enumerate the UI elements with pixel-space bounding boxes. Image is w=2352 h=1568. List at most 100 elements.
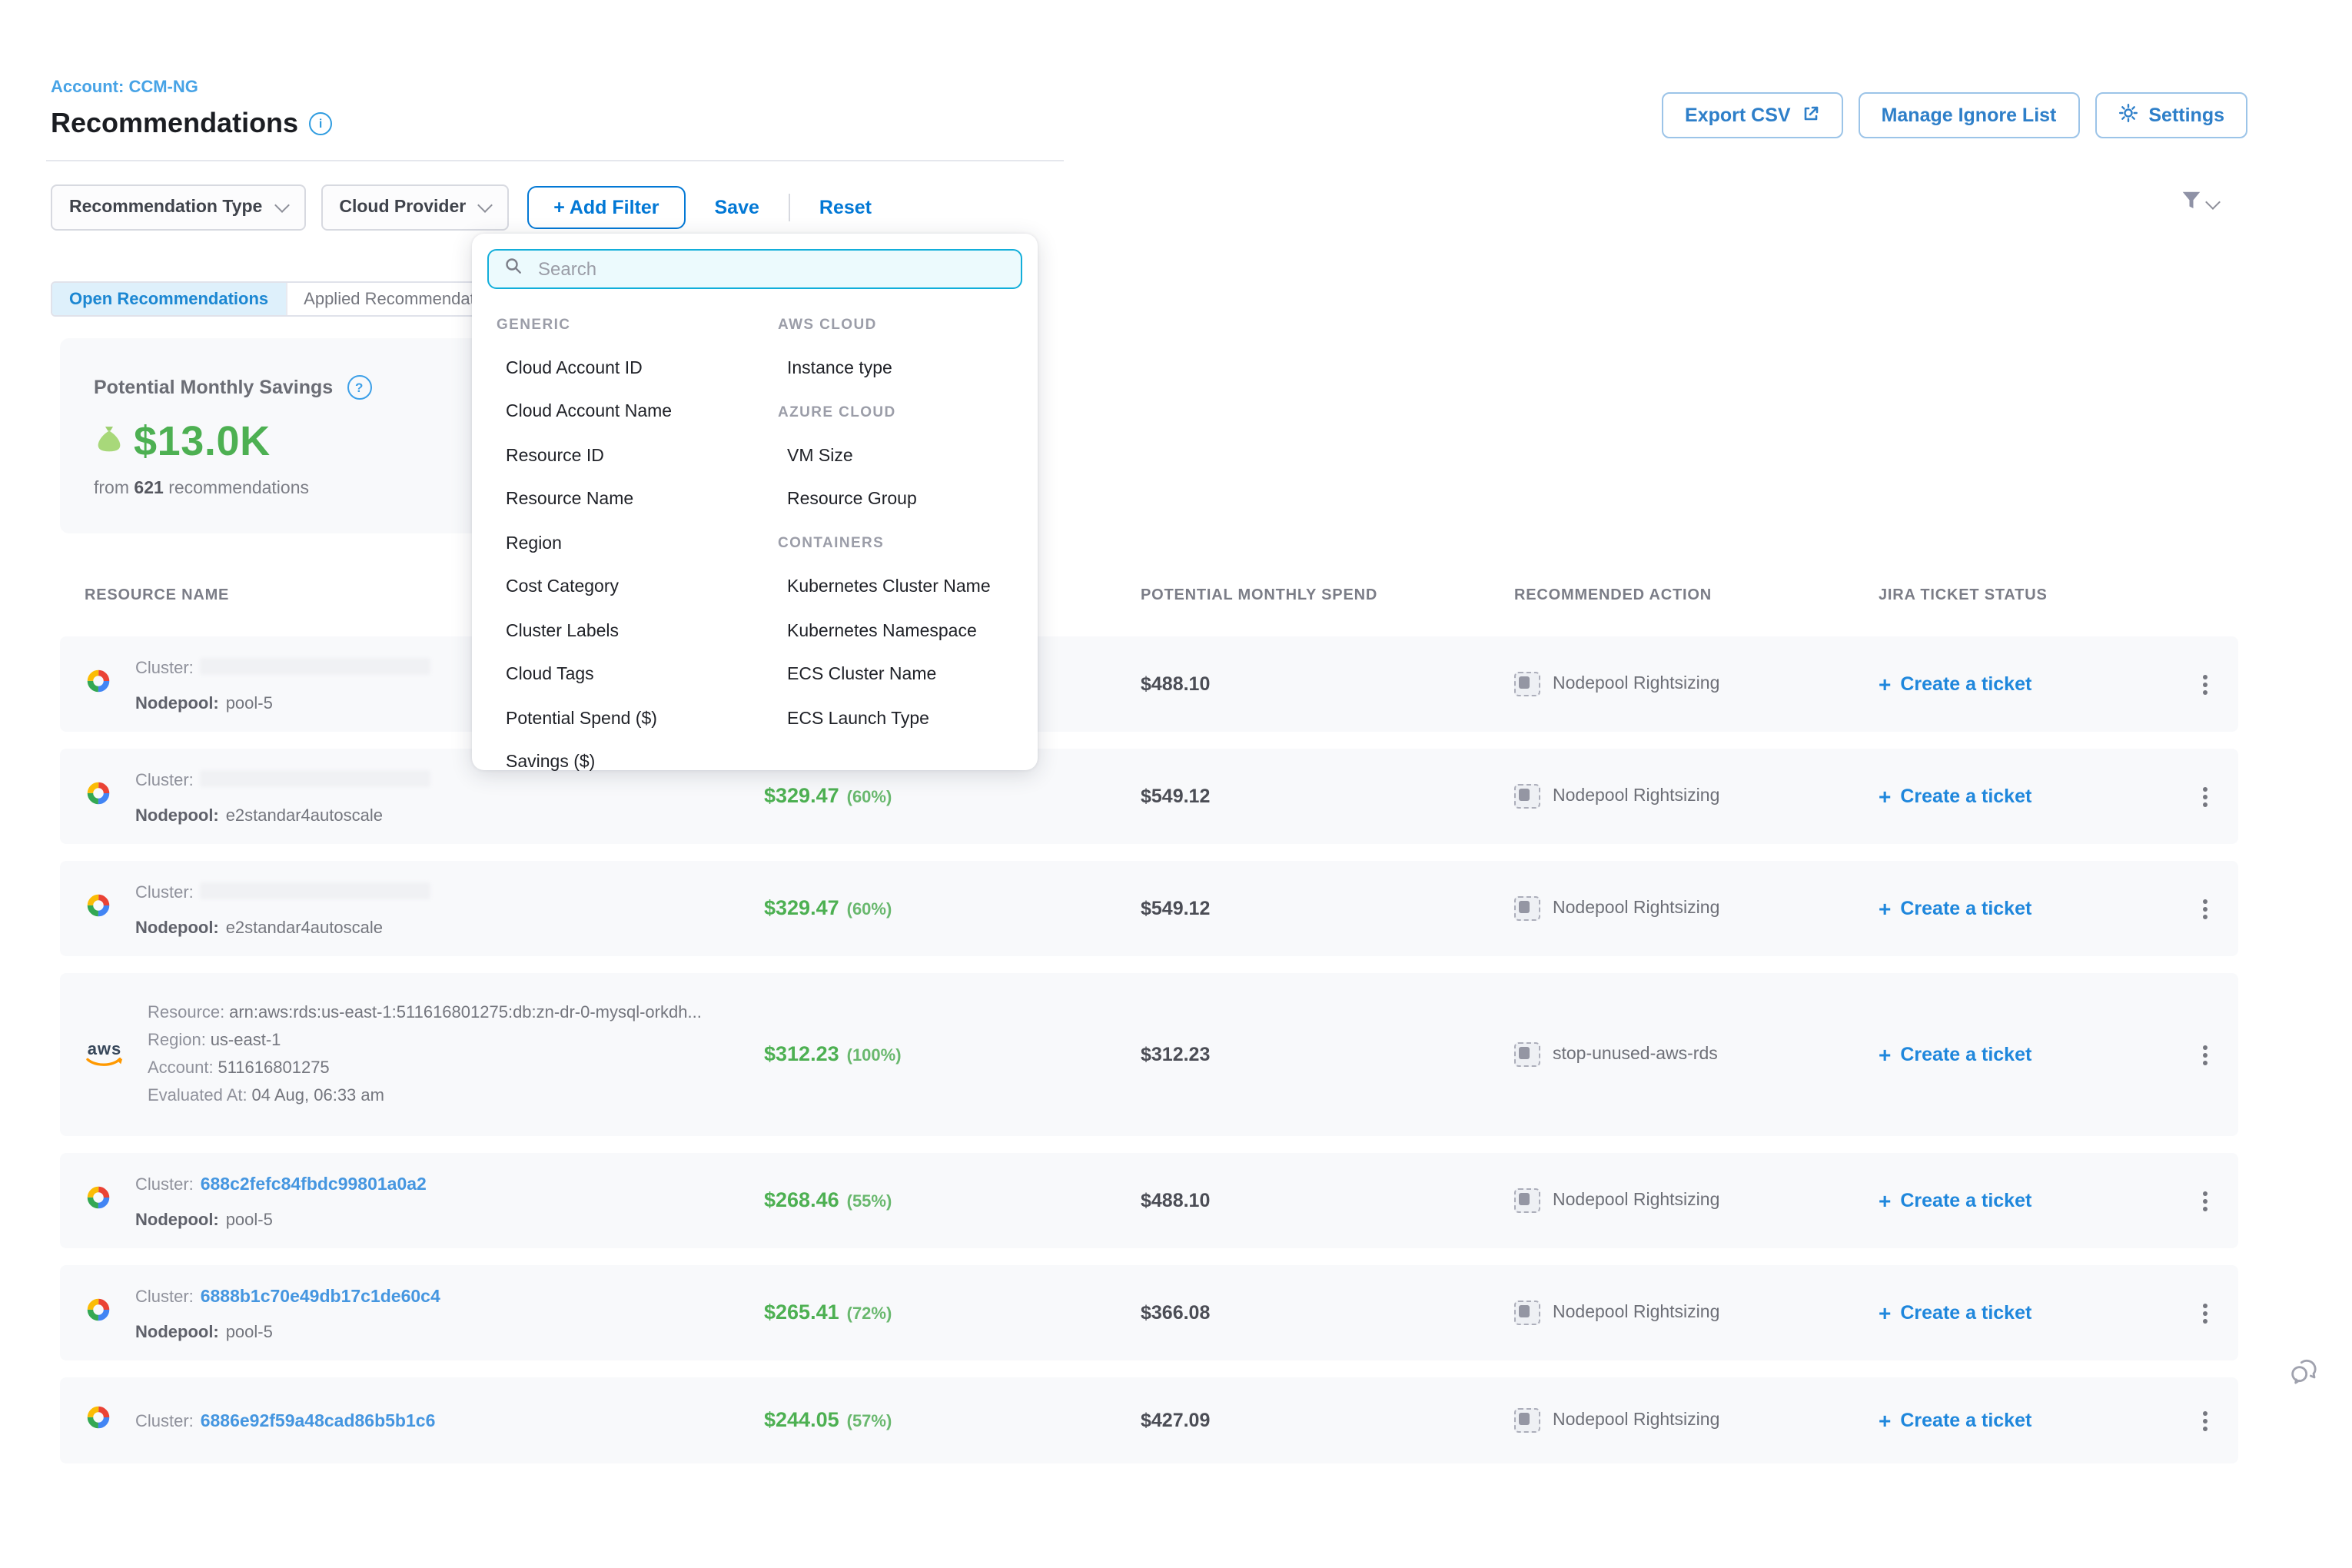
create-ticket-link[interactable]: +Create a ticket (1879, 1190, 2192, 1211)
filter-option-savings[interactable]: Savings ($) (493, 741, 775, 785)
help-icon[interactable]: ? (347, 375, 371, 400)
save-filter-button[interactable]: Save (701, 197, 773, 218)
plus-icon: + (1879, 1413, 1891, 1428)
filter-option-instance-type[interactable]: Instance type (775, 347, 991, 390)
reset-filter-button[interactable]: Reset (806, 197, 885, 218)
table-row: Cluster: Nodepool: e2standar4autoscale $… (60, 749, 2238, 844)
export-csv-button[interactable]: Export CSV (1662, 92, 1843, 138)
potential-spend-value: $488.10 (1141, 1190, 1514, 1211)
cloud-provider-select[interactable]: Cloud Provider (321, 184, 509, 231)
filter-option-vm-size[interactable]: VM Size (775, 434, 991, 478)
create-ticket-link[interactable]: +Create a ticket (1879, 898, 2192, 919)
table-row: Cluster: 688c2fefc84fbdc99801a0a2 Nodepo… (60, 1153, 2238, 1248)
chevron-down-icon (477, 198, 493, 213)
filter-option-resource-name[interactable]: Resource Name (493, 478, 775, 522)
potential-spend-value: $549.12 (1141, 898, 1514, 919)
plus-icon: + (1879, 901, 1891, 916)
tab-applied-recommendations[interactable]: Applied Recommendations (285, 283, 503, 315)
plus-icon: + (1879, 1305, 1891, 1321)
jira-issuetype-icon (1514, 1408, 1540, 1433)
filter-search-box (487, 249, 1022, 289)
filter-search-input[interactable] (535, 257, 1005, 281)
create-ticket-link[interactable]: +Create a ticket (1879, 1410, 2192, 1431)
kebab-menu-icon[interactable] (2203, 786, 2207, 791)
search-icon (504, 255, 523, 283)
add-filter-dropdown: GENERIC Cloud Account ID Cloud Account N… (472, 234, 1038, 770)
table-row: Cluster: Nodepool: e2standar4autoscale $… (60, 861, 2238, 956)
kebab-menu-icon[interactable] (2203, 674, 2207, 679)
kebab-menu-icon[interactable] (2203, 899, 2207, 903)
column-header-potential-monthly-spend: POTENTIAL MONTHLY SPEND (1141, 586, 1514, 603)
recommendation-type-select[interactable]: Recommendation Type (51, 184, 305, 231)
filter-panel-toggle[interactable] (2180, 189, 2218, 220)
recommendations-table: RESOURCE NAME POTENTIAL MONTHLY SPEND RE… (60, 563, 2238, 1463)
settings-button[interactable]: Settings (2095, 92, 2247, 138)
potential-spend-value: $366.08 (1141, 1302, 1514, 1324)
filter-options: GENERIC Cloud Account ID Cloud Account N… (487, 289, 1022, 785)
monthly-savings-value: $312.23 (764, 1042, 839, 1065)
plus-icon: + (1879, 789, 1891, 804)
filter-section-generic: GENERIC (493, 303, 775, 347)
filter-option-cloud-account-name[interactable]: Cloud Account Name (493, 390, 775, 434)
filter-section-containers: CONTAINERS (775, 522, 991, 566)
table-row: Cluster: 6888b1c70e49db17c1de60c4 Nodepo… (60, 1265, 2238, 1360)
info-icon[interactable]: i (309, 112, 332, 135)
filter-option-cloud-tags[interactable]: Cloud Tags (493, 653, 775, 697)
gcp-icon (85, 1403, 112, 1438)
create-ticket-link[interactable]: +Create a ticket (1879, 786, 2192, 807)
help-chat-button[interactable] (2289, 1356, 2320, 1394)
potential-spend-value: $488.10 (1141, 673, 1514, 695)
create-ticket-link[interactable]: +Create a ticket (1879, 673, 2192, 695)
kebab-menu-icon[interactable] (2203, 1191, 2207, 1195)
aws-icon: aws (85, 1041, 125, 1068)
create-ticket-link[interactable]: +Create a ticket (1879, 1302, 2192, 1324)
redacted-cluster-value (201, 658, 431, 675)
recommended-action-label: Nodepool Rightsizing (1553, 1304, 1719, 1322)
account-breadcrumb-link[interactable]: Account: CCM-NG (51, 78, 198, 97)
kebab-menu-icon[interactable] (2203, 1045, 2207, 1049)
redacted-cluster-value (201, 882, 431, 899)
plus-icon: + (1879, 1047, 1891, 1062)
cluster-link[interactable]: 688c2fefc84fbdc99801a0a2 (201, 1175, 427, 1194)
potential-spend-value: $549.12 (1141, 786, 1514, 807)
kebab-menu-icon[interactable] (2203, 1410, 2207, 1415)
manage-ignore-list-label: Manage Ignore List (1882, 105, 2057, 126)
monthly-savings-value: $265.41 (764, 1301, 839, 1324)
tab-open-recommendations[interactable]: Open Recommendations (52, 283, 285, 315)
cloud-provider-label: Cloud Provider (339, 198, 466, 217)
add-filter-button[interactable]: + Add Filter (527, 186, 685, 229)
filter-option-ecs-cluster-name[interactable]: ECS Cluster Name (775, 653, 991, 697)
recommended-action-label: Nodepool Rightsizing (1553, 675, 1719, 693)
monthly-savings-value: $329.47 (764, 896, 839, 919)
filter-option-cloud-account-id[interactable]: Cloud Account ID (493, 347, 775, 390)
column-header-recommended-action: RECOMMENDED ACTION (1514, 586, 1879, 603)
kebab-menu-icon[interactable] (2203, 1303, 2207, 1307)
jira-issuetype-icon (1514, 896, 1540, 921)
recommendations-tabs: Open Recommendations Applied Recommendat… (51, 281, 503, 317)
manage-ignore-list-button[interactable]: Manage Ignore List (1859, 92, 2080, 138)
filter-option-region[interactable]: Region (493, 522, 775, 566)
monthly-savings-value: $329.47 (764, 784, 839, 807)
filter-bar: Recommendation Type Cloud Provider + Add… (51, 184, 885, 231)
filter-option-resource-group[interactable]: Resource Group (775, 478, 991, 522)
create-ticket-link[interactable]: +Create a ticket (1879, 1044, 2192, 1065)
cluster-link[interactable]: 6886e92f59a48cad86b5b1c6 (201, 1413, 436, 1431)
gcp-icon (85, 1183, 112, 1218)
filter-option-resource-id[interactable]: Resource ID (493, 434, 775, 478)
filter-section-aws-cloud: AWS CLOUD (775, 303, 991, 347)
funnel-icon (2180, 189, 2203, 220)
filter-option-kubernetes-namespace[interactable]: Kubernetes Namespace (775, 610, 991, 653)
jira-issuetype-icon (1514, 672, 1540, 696)
cluster-link[interactable]: 6888b1c70e49db17c1de60c4 (201, 1287, 440, 1306)
filter-option-potential-spend[interactable]: Potential Spend ($) (493, 697, 775, 741)
table-header-row: RESOURCE NAME POTENTIAL MONTHLY SPEND RE… (60, 563, 2238, 627)
table-row: Cluster: Nodepool: pool-5 $488.10 Nodepo… (60, 636, 2238, 732)
filter-option-cost-category[interactable]: Cost Category (493, 566, 775, 610)
filter-option-kubernetes-cluster-name[interactable]: Kubernetes Cluster Name (775, 566, 991, 610)
filter-option-ecs-launch-type[interactable]: ECS Launch Type (775, 697, 991, 741)
filter-options-right-column: AWS CLOUD Instance type AZURE CLOUD VM S… (775, 303, 991, 785)
filter-option-cluster-labels[interactable]: Cluster Labels (493, 610, 775, 653)
gcp-icon (85, 779, 112, 814)
gcp-icon (85, 666, 112, 702)
gcp-icon (85, 1295, 112, 1330)
